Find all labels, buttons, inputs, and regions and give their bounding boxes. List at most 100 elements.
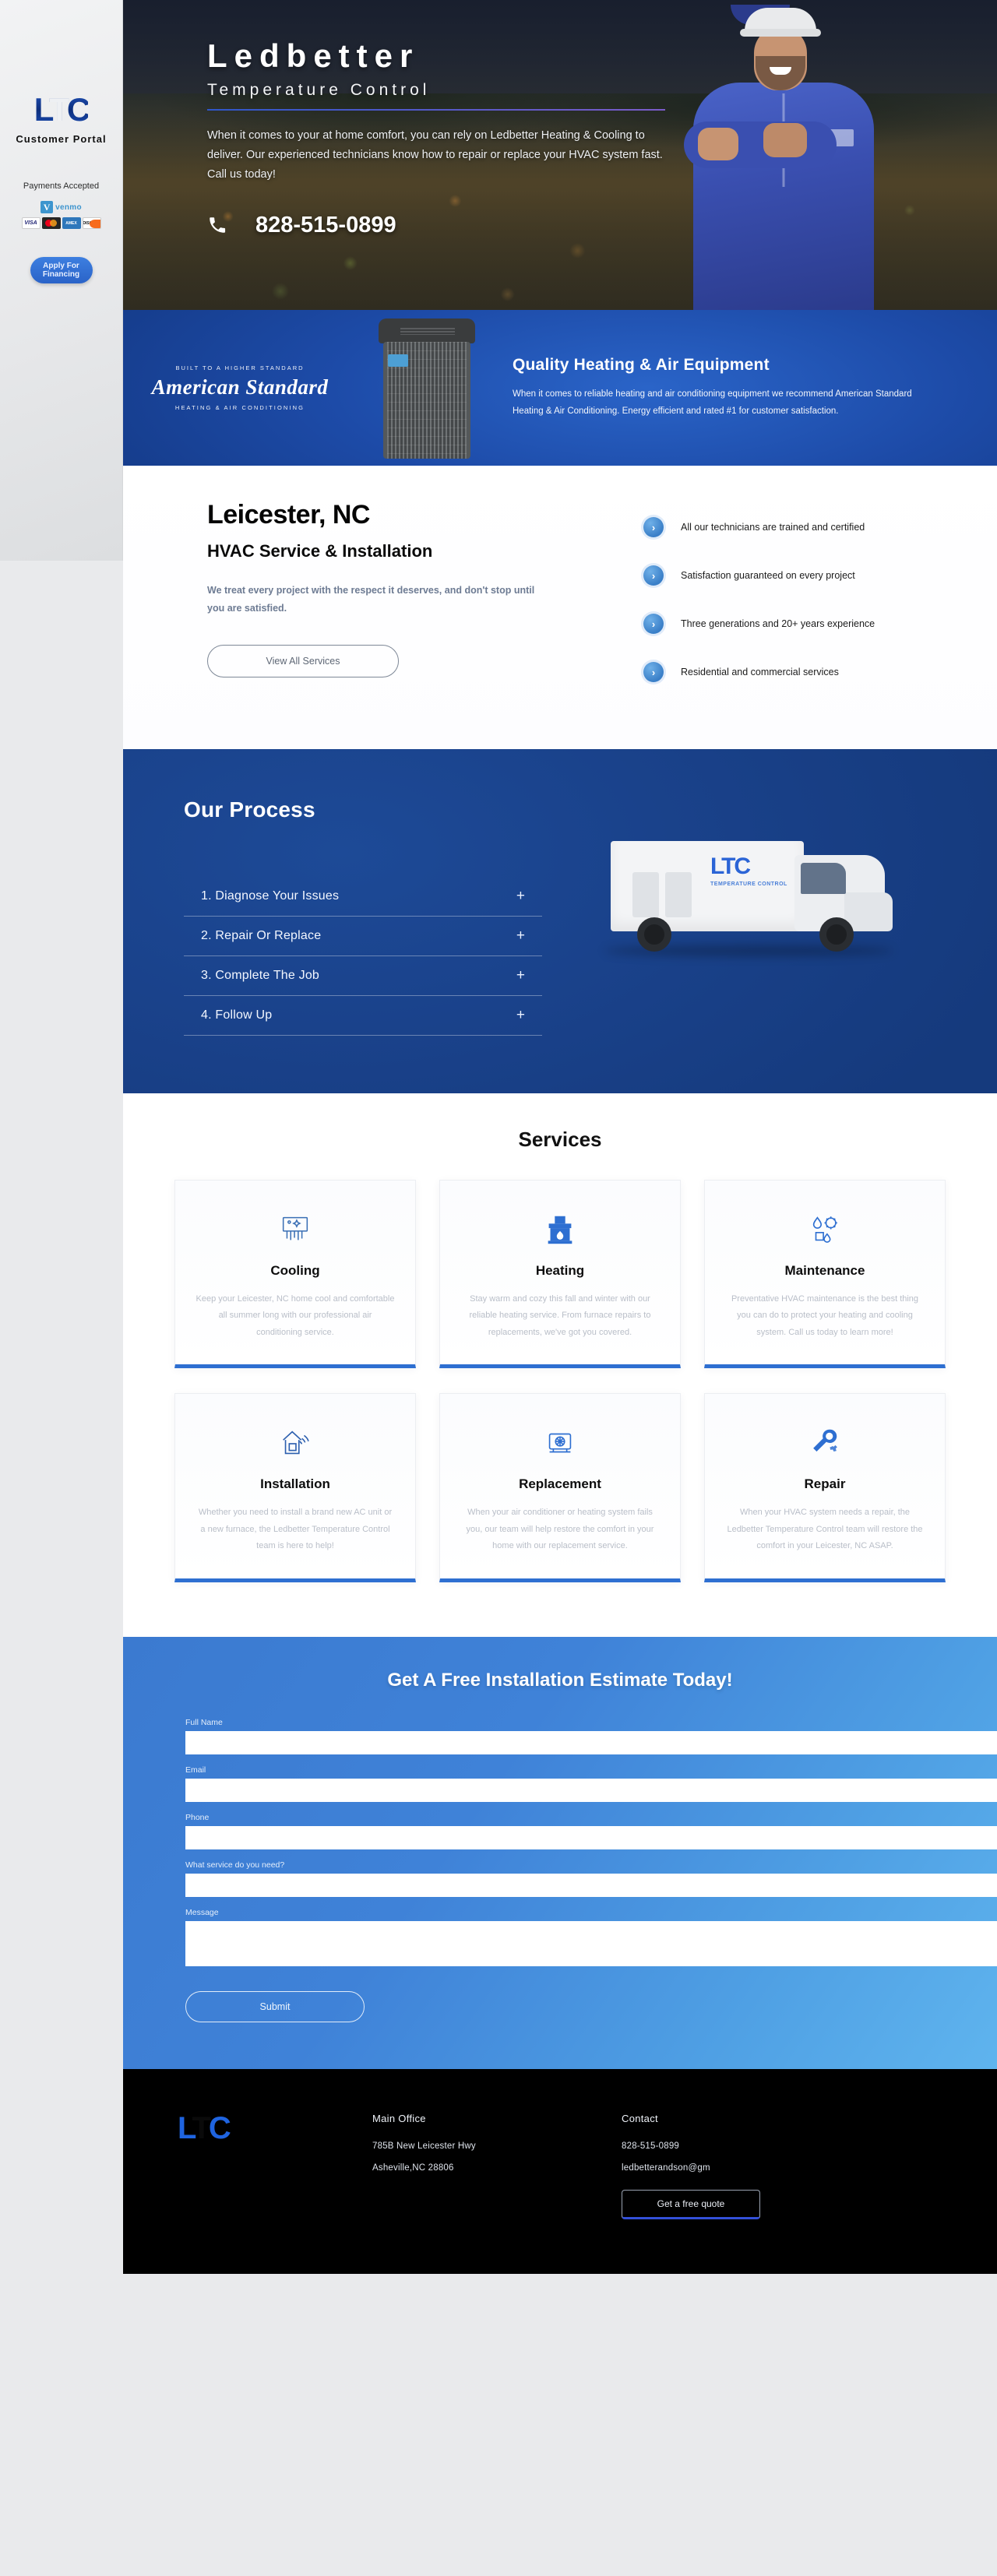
process-step-1[interactable]: 1. Diagnose Your Issues + (184, 877, 542, 917)
benefit-label: Three generations and 20+ years experien… (681, 618, 875, 629)
process-step-label: 2. Repair Or Replace (201, 929, 322, 942)
location-intro-section: Leicester, NC HVAC Service & Installatio… (123, 466, 997, 749)
service-body: When your air conditioner or heating sys… (466, 1508, 654, 1551)
service-needed-input[interactable] (185, 1873, 997, 1897)
message-textarea[interactable] (185, 1920, 997, 1966)
intro-paragraph: We treat every project with the respect … (207, 585, 535, 614)
contact-phone[interactable]: 828-515-0899 (622, 2141, 871, 2151)
hero-divider (207, 109, 665, 111)
chevron-right-icon: › (643, 614, 664, 634)
hero-phone-row[interactable]: 828-515-0899 (207, 213, 997, 238)
van-panel (632, 872, 659, 917)
discover-icon: DISCVER (82, 217, 101, 230)
submit-button[interactable]: Submit (185, 1990, 365, 2022)
site-footer: LTC Main Office 785B New Leicester Hwy A… (123, 2068, 997, 2274)
van-wheel (637, 917, 671, 952)
van-logo-subtitle: TEMPERATURE CONTROL (710, 882, 787, 887)
estimate-form-section: Get A Free Installation Estimate Today! … (123, 1636, 997, 2069)
benefits-list: › All our technicians are trained and ce… (643, 500, 950, 710)
chevron-right-icon: › (643, 565, 664, 586)
estimate-heading: Get A Free Installation Estimate Today! (387, 1669, 733, 1691)
venmo-icon: V venmo (41, 201, 82, 214)
american-standard-logo: BUILT TO A HIGHER STANDARD American Stan… (123, 364, 357, 411)
service-body: Stay warm and cozy this fall and winter … (469, 1294, 651, 1337)
footer-contact: Contact 828-515-0899 ledbetterandson@gm … (622, 2113, 871, 2219)
benefit-label: Residential and commercial services (681, 667, 839, 677)
ac-brand-label (388, 354, 408, 367)
service-body: Whether you need to install a brand new … (198, 1508, 393, 1551)
service-card-cooling[interactable]: Cooling Keep your Leicester, NC home coo… (174, 1180, 416, 1369)
chevron-right-icon: › (643, 517, 664, 537)
benefit-label: Satisfaction guaranteed on every project (681, 570, 855, 581)
fireplace-icon (460, 1209, 660, 1251)
field-full-name: Full Name (185, 1718, 997, 1754)
ltc-logo-icon: LTC (33, 91, 91, 128)
service-title: Installation (260, 1476, 330, 1492)
van-body: LTC TEMPERATURE CONTROL (611, 841, 804, 931)
service-card-replacement[interactable]: Replacement When your air conditioner or… (439, 1393, 681, 1582)
process-step-label: 1. Diagnose Your Issues (201, 889, 340, 903)
office-address-line-1: 785B New Leicester Hwy (372, 2141, 476, 2151)
benefit-item: › All our technicians are trained and ce… (643, 517, 950, 537)
our-process-section: Our Process 1. Diagnose Your Issues + 2.… (123, 749, 997, 1093)
ac-fan-cover (379, 318, 475, 343)
phone-input[interactable] (185, 1825, 997, 1849)
full-name-input[interactable] (185, 1730, 997, 1754)
process-step-label: 4. Follow Up (201, 1008, 273, 1022)
service-title: Replacement (519, 1476, 601, 1492)
van-window (801, 863, 846, 894)
plus-icon[interactable]: + (516, 967, 525, 984)
american-standard-banner: BUILT TO A HIGHER STANDARD American Stan… (123, 310, 997, 466)
field-message: Message (185, 1908, 997, 1966)
footer-main-office: Main Office 785B New Leicester Hwy Ashev… (372, 2113, 622, 2219)
phone-label: Phone (185, 1812, 210, 1822)
process-step-2[interactable]: 2. Repair Or Replace + (184, 917, 542, 956)
ac-condenser-image (357, 314, 497, 462)
hero-phone-number[interactable]: 828-515-0899 (255, 213, 396, 238)
contact-heading: Contact (622, 2112, 658, 2124)
main-office-heading: Main Office (372, 2112, 426, 2124)
hero-description: When it comes to your at home comfort, y… (207, 129, 663, 181)
customer-portal-label: Customer Portal (16, 133, 107, 145)
service-card-heating[interactable]: Heating Stay warm and cozy this fall and… (439, 1180, 681, 1369)
banner-heading: Quality Heating & Air Equipment (513, 355, 770, 374)
service-title: Heating (535, 1263, 585, 1278)
office-address-line-2: Asheville,NC 28806 (372, 2163, 454, 2173)
plus-icon[interactable]: + (516, 927, 525, 945)
phone-icon (210, 217, 226, 234)
email-input[interactable] (185, 1778, 997, 1802)
house-install-icon (196, 1422, 395, 1464)
service-body: Keep your Leicester, NC home cool and co… (196, 1294, 395, 1337)
service-card-installation[interactable]: Installation Whether you need to install… (174, 1393, 416, 1582)
mastercard-icon (41, 217, 61, 230)
message-label: Message (185, 1907, 219, 1917)
city-heading: Leicester, NC (207, 500, 370, 530)
venmo-wordmark: venmo (55, 202, 82, 212)
services-grid-row-1: Cooling Keep your Leicester, NC home coo… (123, 1180, 997, 1369)
service-card-maintenance[interactable]: Maintenance Preventative HVAC maintenanc… (704, 1180, 946, 1369)
service-card-repair[interactable]: Repair When your HVAC system needs a rep… (704, 1393, 946, 1582)
service-subheading: HVAC Service & Installation (207, 541, 433, 561)
amex-icon: AMEX (62, 217, 81, 230)
maintenance-gear-icon (725, 1209, 925, 1251)
process-step-3[interactable]: 3. Complete The Job + (184, 956, 542, 996)
apply-for-financing-button[interactable]: Apply For Financing (30, 257, 93, 284)
estimate-form: Full Name Email Phone What service do yo… (123, 1718, 997, 2022)
service-needed-label: What service do you need? (185, 1860, 285, 1870)
contact-email[interactable]: ledbetterandson@gm (622, 2163, 871, 2173)
plus-icon[interactable]: + (516, 888, 525, 905)
service-title: Maintenance (784, 1263, 865, 1278)
process-step-4[interactable]: 4. Follow Up + (184, 996, 542, 1036)
process-accordion: 1. Diagnose Your Issues + 2. Repair Or R… (184, 877, 542, 1036)
email-label: Email (185, 1765, 206, 1775)
process-step-label: 3. Complete The Job (201, 969, 320, 982)
get-a-free-quote-button[interactable]: Get a free quote (622, 2189, 760, 2219)
hero-section: Ledbetter Temperature Control When it co… (123, 0, 997, 310)
benefit-item: › Satisfaction guaranteed on every proje… (643, 565, 950, 586)
accepted-cards-row: VISA AMEX DISCVER (21, 217, 101, 230)
van-logo-icon: LTC TEMPERATURE CONTROL (710, 853, 787, 887)
field-service-needed: What service do you need? (185, 1860, 997, 1897)
american-standard-tagline: BUILT TO A HIGHER STANDARD (175, 364, 305, 371)
view-all-services-button[interactable]: View All Services (207, 645, 399, 677)
plus-icon[interactable]: + (516, 1007, 525, 1024)
